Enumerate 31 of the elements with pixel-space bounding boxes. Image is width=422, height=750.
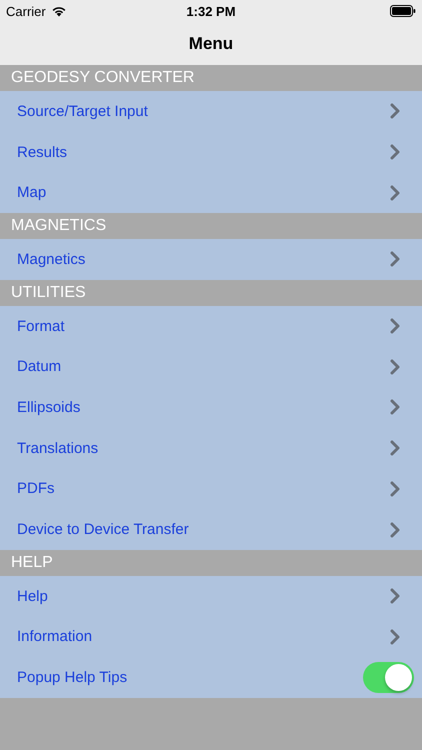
- menu-item[interactable]: Information: [0, 616, 422, 658]
- chevron-icon: [390, 144, 400, 160]
- menu-item[interactable]: Format: [0, 306, 422, 346]
- chevron-icon: [390, 522, 400, 538]
- menu-item[interactable]: PDFs: [0, 468, 422, 510]
- toggle-label: Popup Help Tips: [17, 669, 128, 686]
- battery-icon: [390, 5, 416, 17]
- chevron-icon: [390, 358, 400, 375]
- menu-item[interactable]: Source/Target Input: [0, 91, 422, 132]
- chevron-icon: [390, 399, 400, 416]
- menu-item[interactable]: Translations: [0, 428, 422, 468]
- menu-item[interactable]: Help: [0, 576, 422, 617]
- menu-item[interactable]: Device to Device Transfer: [0, 509, 422, 550]
- toggle-switch[interactable]: [363, 662, 414, 694]
- chevron-icon: [390, 251, 400, 268]
- chevron-icon: [390, 440, 400, 456]
- menu-item[interactable]: Datum: [0, 346, 422, 388]
- chevron-icon: [390, 103, 400, 120]
- menu-item[interactable]: Map: [0, 172, 422, 214]
- nav-title: Menu: [188, 34, 234, 54]
- menu-item[interactable]: Magnetics: [0, 239, 422, 280]
- status-time: 1:32 PM: [186, 4, 236, 18]
- chevron-icon: [390, 184, 400, 201]
- chevron-icon: [390, 480, 400, 497]
- carrier-label: Carrier: [6, 4, 46, 18]
- menu-item[interactable]: Results: [0, 132, 422, 172]
- chevron-icon: [390, 588, 400, 604]
- wifi-icon: [50, 5, 67, 17]
- menu-item[interactable]: Ellipsoids: [0, 387, 422, 428]
- chevron-icon: [390, 628, 400, 645]
- chevron-icon: [390, 318, 400, 334]
